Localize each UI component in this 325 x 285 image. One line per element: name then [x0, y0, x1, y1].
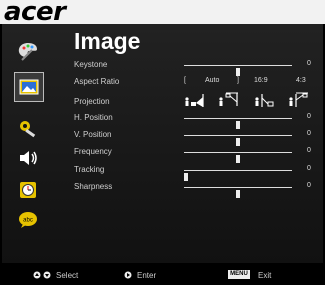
sidebar-item-image[interactable]	[14, 72, 44, 102]
up-arrow-key-icon	[33, 271, 41, 279]
projection-rear-desktop-icon[interactable]	[254, 92, 276, 108]
projection-label: Projection	[74, 97, 110, 106]
h-position-slider[interactable]	[184, 118, 292, 129]
keystone-row[interactable]: Keystone 0	[74, 58, 314, 76]
image-icon	[19, 79, 39, 95]
aspect-ratio-close-bracket: ]	[237, 77, 239, 84]
svg-text:abc: abc	[23, 218, 33, 224]
h-position-value: 0	[307, 113, 311, 120]
projection-front-desktop-icon[interactable]	[184, 92, 206, 108]
speaker-icon	[20, 151, 37, 165]
exit-hint: Exit	[258, 271, 272, 280]
color-palette-icon	[18, 43, 37, 61]
keystone-slider[interactable]	[184, 65, 292, 76]
sharpness-slider[interactable]	[184, 187, 292, 198]
v-position-label: V. Position	[74, 130, 112, 139]
aspect-ratio-option-16-9[interactable]: 16:9	[254, 77, 268, 84]
v-position-slider[interactable]	[184, 135, 292, 146]
aspect-ratio-option-4-3[interactable]: 4:3	[296, 77, 306, 84]
frequency-slider[interactable]	[184, 152, 292, 163]
keystone-label: Keystone	[74, 60, 108, 69]
sharpness-row[interactable]: Sharpness 0	[74, 180, 314, 198]
frequency-row[interactable]: Frequency 0	[74, 145, 314, 163]
v-position-value: 0	[307, 130, 311, 137]
down-arrow-key-icon	[43, 271, 51, 279]
h-position-row[interactable]: H. Position 0	[74, 111, 314, 129]
sidebar-item-color[interactable]	[12, 37, 44, 65]
projection-front-ceiling-icon[interactable]	[218, 92, 240, 108]
aspect-ratio-label: Aspect Ratio	[74, 77, 120, 86]
projection-rear-ceiling-icon[interactable]	[288, 92, 310, 108]
language-icon: abc	[19, 212, 37, 228]
footer-hints: Select Enter MENU Exit	[0, 265, 325, 285]
tracking-row[interactable]: Tracking 0	[74, 163, 314, 181]
tracking-slider[interactable]	[184, 170, 292, 181]
select-hint: Select	[56, 271, 79, 280]
sidebar-item-audio[interactable]	[12, 144, 44, 172]
frequency-label: Frequency	[74, 147, 112, 156]
v-position-row[interactable]: V. Position 0	[74, 128, 314, 146]
aspect-ratio-option-auto[interactable]: Auto	[205, 77, 219, 84]
menu-key-badge: MENU	[228, 270, 250, 279]
sharpness-slider-thumb[interactable]	[236, 190, 240, 198]
projection-row[interactable]: Projection	[74, 92, 314, 110]
settings-wrench-icon	[20, 121, 36, 138]
tracking-value: 0	[307, 165, 311, 172]
sidebar-item-settings[interactable]	[12, 114, 44, 142]
acer-logo: acer	[4, 0, 66, 27]
h-position-label: H. Position	[74, 113, 113, 122]
frequency-value: 0	[307, 147, 311, 154]
sharpness-value: 0	[307, 182, 311, 189]
sidebar-item-language[interactable]: abc	[12, 206, 44, 234]
aspect-ratio-open-bracket: [	[184, 77, 186, 84]
keystone-value: 0	[307, 60, 311, 67]
timer-icon	[20, 182, 36, 198]
aspect-ratio-row[interactable]: Aspect Ratio [ Auto ] 16:9 4:3	[74, 75, 314, 89]
brand-bar: acer	[0, 0, 325, 27]
sidebar-item-timer[interactable]	[12, 176, 44, 204]
sharpness-label: Sharpness	[74, 182, 113, 191]
frequency-slider-thumb[interactable]	[236, 155, 240, 163]
right-arrow-key-icon	[124, 271, 132, 279]
enter-hint: Enter	[137, 271, 157, 280]
tracking-label: Tracking	[74, 165, 105, 174]
page-title: Image	[74, 28, 141, 54]
